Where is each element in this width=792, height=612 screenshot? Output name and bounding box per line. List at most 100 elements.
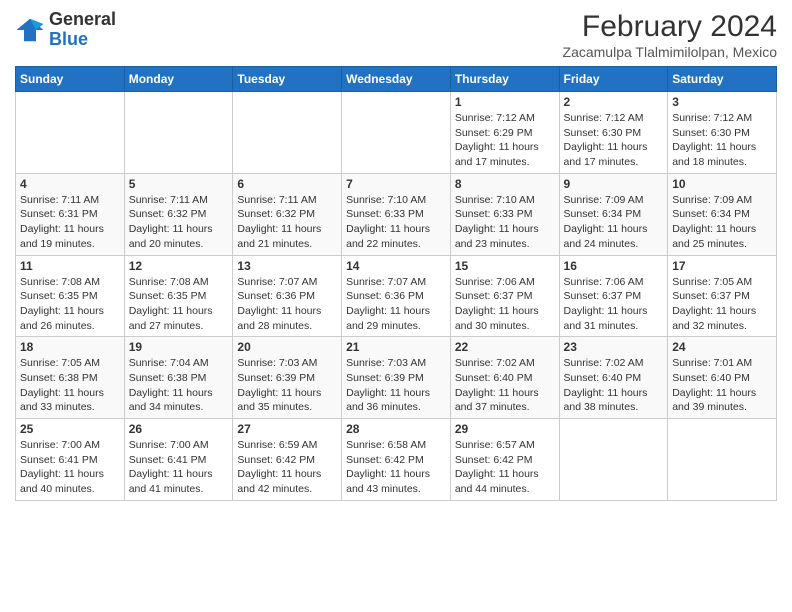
day-cell: 23 Sunrise: 7:02 AMSunset: 6:40 PMDayligh…	[559, 337, 668, 419]
day-cell: 5 Sunrise: 7:11 AMSunset: 6:32 PMDaylight…	[124, 173, 233, 255]
day-info: Sunrise: 7:05 AMSunset: 6:38 PMDaylight:…	[20, 356, 120, 415]
day-info: Sunrise: 7:00 AMSunset: 6:41 PMDaylight:…	[20, 438, 120, 497]
day-cell: 10 Sunrise: 7:09 AMSunset: 6:34 PMDayligh…	[668, 173, 777, 255]
day-cell	[559, 419, 668, 501]
logo-text: General Blue	[49, 10, 116, 50]
page-header: General Blue February 2024 Zacamulpa Tla…	[15, 10, 777, 60]
day-cell: 29 Sunrise: 6:57 AMSunset: 6:42 PMDayligh…	[450, 419, 559, 501]
header-cell-monday: Monday	[124, 67, 233, 92]
day-info: Sunrise: 7:00 AMSunset: 6:41 PMDaylight:…	[129, 438, 229, 497]
day-cell: 4 Sunrise: 7:11 AMSunset: 6:31 PMDaylight…	[16, 173, 125, 255]
day-cell: 16Sunrise: 7:06 AMSunset: 6:37 PMDayligh…	[559, 255, 668, 337]
day-number: 8	[455, 177, 555, 191]
page-title: February 2024	[563, 10, 777, 44]
logo: General Blue	[15, 10, 116, 50]
day-cell: 8 Sunrise: 7:10 AMSunset: 6:33 PMDaylight…	[450, 173, 559, 255]
day-info: Sunrise: 7:04 AMSunset: 6:38 PMDaylight:…	[129, 356, 229, 415]
day-info: Sunrise: 7:01 AMSunset: 6:40 PMDaylight:…	[672, 356, 772, 415]
day-number: 3	[672, 95, 772, 109]
day-number: 10	[672, 177, 772, 191]
day-info: Sunrise: 7:08 AMSunset: 6:35 PMDaylight:…	[129, 275, 229, 334]
day-number: 23	[564, 340, 664, 354]
day-info: Sunrise: 7:10 AMSunset: 6:33 PMDaylight:…	[455, 193, 555, 252]
title-block: February 2024 Zacamulpa Tlalmimilolpan, …	[563, 10, 777, 60]
calendar-table: SundayMondayTuesdayWednesdayThursdayFrid…	[15, 66, 777, 501]
week-row-1: 1Sunrise: 7:12 AMSunset: 6:29 PMDaylight…	[16, 92, 777, 174]
day-number: 4	[20, 177, 120, 191]
day-info: Sunrise: 7:08 AMSunset: 6:35 PMDaylight:…	[20, 275, 120, 334]
day-info: Sunrise: 7:09 AMSunset: 6:34 PMDaylight:…	[672, 193, 772, 252]
day-number: 6	[237, 177, 337, 191]
day-info: Sunrise: 6:59 AMSunset: 6:42 PMDaylight:…	[237, 438, 337, 497]
header-cell-thursday: Thursday	[450, 67, 559, 92]
day-info: Sunrise: 7:07 AMSunset: 6:36 PMDaylight:…	[237, 275, 337, 334]
day-info: Sunrise: 7:02 AMSunset: 6:40 PMDaylight:…	[564, 356, 664, 415]
week-row-5: 25 Sunrise: 7:00 AMSunset: 6:41 PMDayligh…	[16, 419, 777, 501]
day-cell	[342, 92, 451, 174]
day-cell: 3 Sunrise: 7:12 AMSunset: 6:30 PMDaylight…	[668, 92, 777, 174]
day-info: Sunrise: 7:03 AMSunset: 6:39 PMDaylight:…	[346, 356, 446, 415]
day-cell: 12Sunrise: 7:08 AMSunset: 6:35 PMDayligh…	[124, 255, 233, 337]
day-cell: 7Sunrise: 7:10 AMSunset: 6:33 PMDaylight…	[342, 173, 451, 255]
day-number: 19	[129, 340, 229, 354]
day-number: 5	[129, 177, 229, 191]
week-row-2: 4 Sunrise: 7:11 AMSunset: 6:31 PMDaylight…	[16, 173, 777, 255]
day-number: 1	[455, 95, 555, 109]
day-info: Sunrise: 7:05 AMSunset: 6:37 PMDaylight:…	[672, 275, 772, 334]
day-cell: 2 Sunrise: 7:12 AMSunset: 6:30 PMDaylight…	[559, 92, 668, 174]
header-cell-wednesday: Wednesday	[342, 67, 451, 92]
day-info: Sunrise: 7:11 AMSunset: 6:32 PMDaylight:…	[237, 193, 337, 252]
day-number: 29	[455, 422, 555, 436]
logo-bird-icon	[15, 15, 45, 45]
day-info: Sunrise: 7:11 AMSunset: 6:32 PMDaylight:…	[129, 193, 229, 252]
logo-line2: Blue	[49, 30, 116, 50]
calendar-header: SundayMondayTuesdayWednesdayThursdayFrid…	[16, 67, 777, 92]
header-cell-friday: Friday	[559, 67, 668, 92]
header-cell-sunday: Sunday	[16, 67, 125, 92]
day-info: Sunrise: 7:03 AMSunset: 6:39 PMDaylight:…	[237, 356, 337, 415]
day-cell: 25 Sunrise: 7:00 AMSunset: 6:41 PMDayligh…	[16, 419, 125, 501]
day-cell: 22Sunrise: 7:02 AMSunset: 6:40 PMDayligh…	[450, 337, 559, 419]
page-subtitle: Zacamulpa Tlalmimilolpan, Mexico	[563, 44, 777, 60]
day-cell: 24Sunrise: 7:01 AMSunset: 6:40 PMDayligh…	[668, 337, 777, 419]
day-cell: 28 Sunrise: 6:58 AMSunset: 6:42 PMDayligh…	[342, 419, 451, 501]
day-cell: 11 Sunrise: 7:08 AMSunset: 6:35 PMDayligh…	[16, 255, 125, 337]
day-number: 13	[237, 259, 337, 273]
week-row-3: 11 Sunrise: 7:08 AMSunset: 6:35 PMDayligh…	[16, 255, 777, 337]
day-number: 18	[20, 340, 120, 354]
day-cell: 15 Sunrise: 7:06 AMSunset: 6:37 PMDayligh…	[450, 255, 559, 337]
day-cell: 6 Sunrise: 7:11 AMSunset: 6:32 PMDaylight…	[233, 173, 342, 255]
day-info: Sunrise: 6:57 AMSunset: 6:42 PMDaylight:…	[455, 438, 555, 497]
day-cell: 20 Sunrise: 7:03 AMSunset: 6:39 PMDayligh…	[233, 337, 342, 419]
day-number: 28	[346, 422, 446, 436]
day-cell: 18 Sunrise: 7:05 AMSunset: 6:38 PMDayligh…	[16, 337, 125, 419]
day-number: 7	[346, 177, 446, 191]
day-info: Sunrise: 7:09 AMSunset: 6:34 PMDaylight:…	[564, 193, 664, 252]
day-number: 20	[237, 340, 337, 354]
day-cell: 27 Sunrise: 6:59 AMSunset: 6:42 PMDayligh…	[233, 419, 342, 501]
day-number: 11	[20, 259, 120, 273]
day-cell: 13 Sunrise: 7:07 AMSunset: 6:36 PMDayligh…	[233, 255, 342, 337]
day-info: Sunrise: 7:06 AMSunset: 6:37 PMDaylight:…	[455, 275, 555, 334]
day-info: Sunrise: 7:12 AMSunset: 6:30 PMDaylight:…	[564, 111, 664, 170]
day-number: 2	[564, 95, 664, 109]
day-cell: 21 Sunrise: 7:03 AMSunset: 6:39 PMDayligh…	[342, 337, 451, 419]
day-number: 16	[564, 259, 664, 273]
day-info: Sunrise: 7:11 AMSunset: 6:31 PMDaylight:…	[20, 193, 120, 252]
day-number: 17	[672, 259, 772, 273]
day-number: 27	[237, 422, 337, 436]
day-info: Sunrise: 6:58 AMSunset: 6:42 PMDaylight:…	[346, 438, 446, 497]
day-number: 15	[455, 259, 555, 273]
day-cell: 14Sunrise: 7:07 AMSunset: 6:36 PMDayligh…	[342, 255, 451, 337]
calendar-body: 1Sunrise: 7:12 AMSunset: 6:29 PMDaylight…	[16, 92, 777, 501]
day-cell: 1Sunrise: 7:12 AMSunset: 6:29 PMDaylight…	[450, 92, 559, 174]
day-number: 21	[346, 340, 446, 354]
day-info: Sunrise: 7:02 AMSunset: 6:40 PMDaylight:…	[455, 356, 555, 415]
day-number: 26	[129, 422, 229, 436]
logo-line1: General	[49, 10, 116, 30]
day-cell	[233, 92, 342, 174]
day-number: 25	[20, 422, 120, 436]
day-cell	[668, 419, 777, 501]
header-row: SundayMondayTuesdayWednesdayThursdayFrid…	[16, 67, 777, 92]
day-info: Sunrise: 7:12 AMSunset: 6:30 PMDaylight:…	[672, 111, 772, 170]
